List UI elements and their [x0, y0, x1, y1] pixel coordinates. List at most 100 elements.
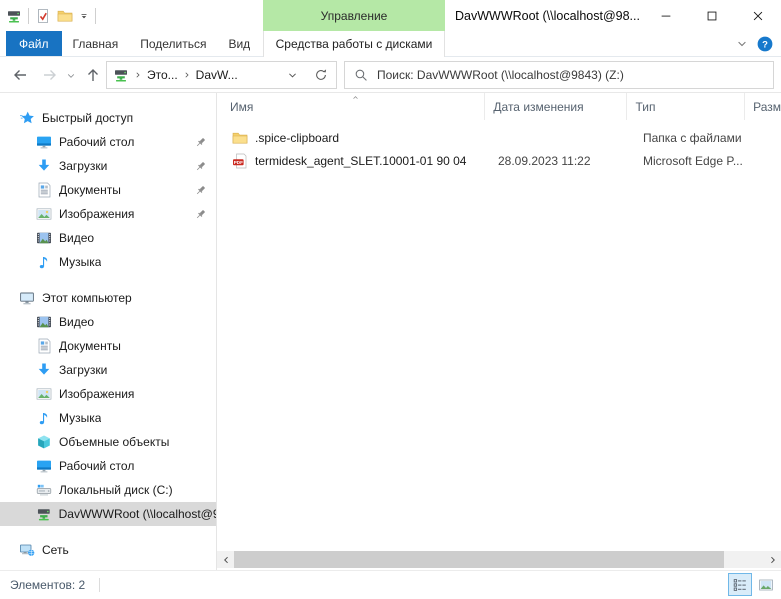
- breadcrumb-root-icon[interactable]: [113, 67, 129, 83]
- sidebar-item-davwwwroot[interactable]: DavWWWRoot (\\localhost@9: [0, 502, 216, 526]
- sidebar-item-label: Загрузки: [59, 363, 107, 377]
- scroll-right-button[interactable]: [764, 551, 781, 568]
- file-row-1[interactable]: .spice-clipboard Папка с файлами: [217, 126, 781, 149]
- sidebar-section-quick-access[interactable]: Быстрый доступ: [0, 106, 216, 130]
- file-list-pane: Имя Дата изменения Тип Разм .spice-clipb…: [217, 93, 781, 570]
- file-name: .spice-clipboard: [255, 131, 339, 145]
- address-dropdown-chevron-icon[interactable]: [287, 70, 298, 81]
- sidebar-section-label: Этот компьютер: [42, 291, 132, 305]
- sidebar-item-downloads[interactable]: Загрузки: [0, 358, 216, 382]
- documents-icon: [36, 182, 52, 198]
- scrollbar-track[interactable]: [724, 551, 764, 568]
- scrollbar-thumb[interactable]: [234, 551, 724, 568]
- sidebar-section-this-pc[interactable]: Этот компьютер: [0, 286, 216, 310]
- horizontal-scrollbar[interactable]: [217, 551, 781, 568]
- tab-drive-tools[interactable]: Средства работы с дисками: [263, 31, 445, 57]
- tab-share[interactable]: Поделиться: [129, 31, 217, 56]
- details-view-button[interactable]: [728, 573, 752, 596]
- sidebar-item-music[interactable]: Музыка: [0, 250, 216, 274]
- minimize-button[interactable]: [643, 0, 689, 31]
- sidebar-item-local-disk-c[interactable]: Локальный диск (C:): [0, 478, 216, 502]
- thumbnails-view-button[interactable]: [754, 573, 778, 596]
- desktop-icon: [36, 458, 52, 474]
- tab-home[interactable]: Главная: [62, 31, 130, 56]
- sidebar-item-label: Документы: [59, 339, 121, 353]
- ribbon-collapse-chevron-icon[interactable]: [736, 38, 748, 50]
- ribbon-tab-bar: Файл Главная Поделиться Вид Средства раб…: [0, 31, 781, 57]
- close-button[interactable]: [735, 0, 781, 31]
- sidebar-item-pictures[interactable]: Изображения: [0, 202, 216, 226]
- sidebar-item-music[interactable]: Музыка: [0, 406, 216, 430]
- forward-arrow-icon[interactable]: [42, 67, 58, 83]
- local-disk-icon: [36, 482, 52, 498]
- refresh-button[interactable]: [305, 61, 337, 89]
- sidebar-item-documents[interactable]: Документы: [0, 178, 216, 202]
- sidebar-item-desktop[interactable]: Рабочий стол: [0, 130, 216, 154]
- properties-icon[interactable]: [35, 8, 51, 24]
- breadcrumb[interactable]: Это... DavW...: [106, 61, 306, 89]
- view-buttons: [728, 573, 778, 596]
- sidebar-item-desktop[interactable]: Рабочий стол: [0, 454, 216, 478]
- ribbon-right-controls: [736, 31, 773, 57]
- scroll-left-button[interactable]: [217, 551, 234, 568]
- pin-icon: [194, 160, 207, 173]
- status-divider: [99, 578, 100, 592]
- folder-icon[interactable]: [57, 8, 73, 24]
- details-view-icon: [732, 577, 748, 593]
- navigation-pane: Быстрый доступ Рабочий стол Загрузки Док…: [0, 93, 216, 570]
- sidebar-section: Этот компьютер Видео Документы Загрузки …: [0, 286, 216, 526]
- breadcrumb-segment-davwwwroot[interactable]: DavW...: [196, 68, 238, 82]
- quick-access-toolbar: [6, 0, 96, 31]
- tab-view[interactable]: Вид: [217, 31, 261, 56]
- sidebar-section-label: Быстрый доступ: [42, 111, 133, 125]
- sidebar-section: Быстрый доступ Рабочий стол Загрузки Док…: [0, 106, 216, 274]
- contextual-tab-group-manage: Управление: [263, 0, 445, 31]
- sort-ascending-icon: [350, 94, 361, 101]
- search-input[interactable]: [377, 68, 764, 82]
- network-drive-icon[interactable]: [6, 8, 22, 24]
- breadcrumb-chevron-icon[interactable]: [183, 71, 191, 79]
- file-tab[interactable]: Файл: [6, 31, 62, 56]
- sidebar-section-network[interactable]: Сеть: [0, 538, 216, 562]
- refresh-icon: [314, 68, 328, 82]
- column-header-size[interactable]: Разм: [744, 93, 781, 120]
- recent-locations-chevron-icon[interactable]: [66, 71, 76, 81]
- search-box[interactable]: [344, 61, 774, 89]
- window-controls: [643, 0, 781, 31]
- file-date: 28.09.2023 11:22: [490, 149, 635, 172]
- search-icon: [354, 68, 368, 82]
- qat-dropdown-icon[interactable]: [79, 11, 89, 21]
- maximize-button[interactable]: [689, 0, 735, 31]
- network-drive-icon: [36, 506, 52, 522]
- breadcrumb-segment-this-pc[interactable]: Это...: [147, 68, 178, 82]
- this-pc-icon: [19, 290, 35, 306]
- sidebar-item-label: Документы: [59, 183, 121, 197]
- sidebar-item-label: Музыка: [59, 255, 101, 269]
- close-icon: [751, 9, 765, 23]
- pin-icon: [194, 208, 207, 221]
- back-arrow-icon[interactable]: [12, 67, 28, 83]
- sidebar-section-items: Видео Документы Загрузки Изображения Муз…: [0, 310, 216, 526]
- sidebar-item-downloads[interactable]: Загрузки: [0, 154, 216, 178]
- sidebar-item-label: Видео: [59, 231, 94, 245]
- sidebar-item-documents[interactable]: Документы: [0, 334, 216, 358]
- sidebar-item-videos[interactable]: Видео: [0, 310, 216, 334]
- up-arrow-icon[interactable]: [85, 67, 101, 83]
- help-icon[interactable]: [757, 36, 773, 52]
- sidebar-item-pictures[interactable]: Изображения: [0, 382, 216, 406]
- column-header-size-label: Разм: [753, 100, 781, 114]
- sidebar-item-videos[interactable]: Видео: [0, 226, 216, 250]
- column-header-date[interactable]: Дата изменения: [484, 93, 626, 120]
- file-row-2[interactable]: termidesk_agent_SLET.10001-01 90 04 28.0…: [217, 149, 781, 172]
- file-type: Папка с файлами: [635, 126, 755, 149]
- video-icon: [36, 314, 52, 330]
- column-headers: Имя Дата изменения Тип Разм: [217, 93, 781, 120]
- column-header-name[interactable]: Имя: [217, 93, 484, 120]
- column-header-type[interactable]: Тип: [626, 93, 744, 120]
- column-header-name-label: Имя: [230, 100, 253, 114]
- sidebar-item-3d-objects[interactable]: Объемные объекты: [0, 430, 216, 454]
- minimize-icon: [659, 9, 673, 23]
- breadcrumb-chevron-icon[interactable]: [134, 71, 142, 79]
- file-type: Microsoft Edge P...: [635, 149, 755, 172]
- sidebar-item-label: Изображения: [59, 207, 134, 221]
